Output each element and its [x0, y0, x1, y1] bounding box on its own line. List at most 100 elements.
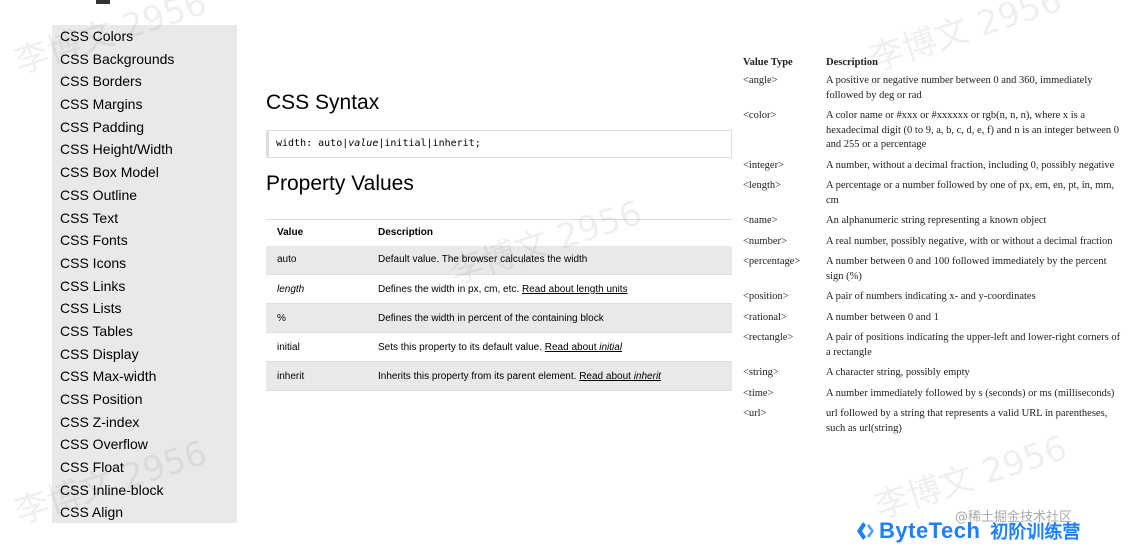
top-mark — [96, 0, 110, 4]
vt-row: <percentage> A number between 0 and 100 f… — [743, 255, 1123, 290]
sidebar-item-align[interactable]: CSS Align — [52, 501, 237, 524]
sidebar-item-inline-block[interactable]: CSS Inline-block — [52, 479, 237, 502]
vt-description: A pair of positions indicating the upper… — [826, 332, 1121, 358]
vt-type: <length> — [743, 180, 782, 191]
brand-subtitle: 初阶训练营 — [990, 522, 1081, 543]
sidebar-item-text[interactable]: CSS Text — [52, 207, 237, 230]
vt-type: <name> — [743, 215, 778, 226]
sidebar-item-position[interactable]: CSS Position — [52, 388, 237, 411]
sidebar-item-borders[interactable]: CSS Borders — [52, 70, 237, 93]
description-text: Sets this property to its default value. — [378, 341, 545, 353]
bytetech-logo-icon — [857, 522, 874, 540]
vt-type: <integer> — [743, 159, 784, 171]
vt-row: <url> url followed by a string that repre… — [743, 407, 1123, 442]
vt-type: <position> — [743, 291, 789, 302]
vt-type: <angle> — [743, 75, 778, 86]
sidebar-item-links[interactable]: CSS Links — [52, 275, 237, 298]
inherit-link-keyword: inherit — [633, 370, 661, 382]
description-text: Inherits this property from its parent e… — [378, 370, 580, 382]
sidebar-item-icons[interactable]: CSS Icons — [52, 252, 237, 275]
initial-link-keyword: initial — [599, 341, 623, 353]
vt-header-description: Description — [826, 57, 878, 68]
description-cell: Defines the width in px, cm, etc. Read a… — [367, 275, 732, 304]
description-text: Defines the width in percent of the cont… — [378, 312, 604, 324]
vt-description: An alphanumeric string representing a kn… — [826, 215, 1047, 226]
vt-type: <percentage> — [743, 256, 801, 267]
vt-type: <string> — [743, 367, 779, 378]
sidebar-item-height-width[interactable]: CSS Height/Width — [52, 138, 237, 161]
vt-header-row: Value Type Description — [743, 57, 1123, 74]
vt-row: <length> A percentage or a number followe… — [743, 179, 1123, 214]
vt-description: A character string, possibly empty — [826, 367, 970, 378]
code-suffix: |initial|inherit; — [378, 138, 481, 149]
vt-row: <position> A pair of numbers indicating x… — [743, 290, 1123, 311]
sidebar-item-backgrounds[interactable]: CSS Backgrounds — [52, 48, 237, 71]
sidebar-item-padding[interactable]: CSS Padding — [52, 116, 237, 139]
vt-row: <rational> A number between 0 and 1 — [743, 311, 1123, 332]
brand-name: ByteTech — [879, 518, 981, 543]
vt-description: A percentage or a number followed by one… — [826, 180, 1115, 206]
code-prefix: width: auto| — [276, 138, 349, 149]
table-row: length Defines the width in px, cm, etc.… — [266, 275, 732, 304]
sidebar-item-fonts[interactable]: CSS Fonts — [52, 229, 237, 252]
vt-header-type: Value Type — [743, 57, 793, 68]
vt-description: A positive or negative number between 0 … — [826, 75, 1093, 101]
column-header-description: Description — [367, 219, 732, 246]
sidebar-item-z-index[interactable]: CSS Z-index — [52, 411, 237, 434]
brand-lockup: ByteTech 初阶训练营 — [855, 518, 1080, 544]
sidebar-item-float[interactable]: CSS Float — [52, 456, 237, 479]
vt-row: <string> A character string, possibly emp… — [743, 366, 1123, 387]
sidebar-item-overflow[interactable]: CSS Overflow — [52, 433, 237, 456]
vt-description: A real number, possibly negative, with o… — [826, 235, 1113, 247]
description-text: Default value. The browser calculates th… — [378, 254, 588, 266]
description-cell: Defines the width in percent of the cont… — [367, 303, 732, 333]
initial-link[interactable]: Read about initial — [545, 342, 622, 353]
vt-row: <time> A number immediately followed by s… — [743, 387, 1123, 408]
vt-type: <time> — [743, 387, 774, 399]
description-cell: Default value. The browser calculates th… — [367, 245, 732, 275]
table-row: inherit Inherits this property from its … — [266, 361, 732, 391]
code-value-placeholder: value — [348, 138, 379, 149]
sidebar-item-max-width[interactable]: CSS Max-width — [52, 365, 237, 388]
vt-type: <url> — [743, 408, 767, 419]
table-header-row: Value Description — [266, 219, 732, 246]
vt-type: <number> — [743, 235, 787, 247]
sidebar-item-outline[interactable]: CSS Outline — [52, 184, 237, 207]
sidebar-item-colors[interactable]: CSS Colors — [52, 25, 237, 48]
value-cell: initial — [277, 341, 300, 353]
property-values-table: Value Description auto Default value. Th… — [266, 219, 732, 391]
value-type-table: Value Type Description <angle> A positive… — [743, 57, 1123, 442]
sidebar-item-box-model[interactable]: CSS Box Model — [52, 161, 237, 184]
value-cell: auto — [266, 245, 367, 275]
vt-row: <color> A color name or #xxx or #xxxxxx o… — [743, 109, 1123, 159]
vt-type: <color> — [743, 110, 777, 121]
vt-row: <rectangle> A pair of positions indicatin… — [743, 331, 1123, 366]
column-header-value: Value — [266, 219, 367, 246]
description-text: Defines the width in px, cm, etc. — [378, 283, 522, 295]
table-row: initial Sets this property to its defaul… — [266, 333, 732, 362]
vt-description: A number between 0 and 100 followed imme… — [826, 256, 1107, 282]
value-text: length — [277, 283, 305, 295]
description-cell: Inherits this property from its parent e… — [367, 361, 732, 391]
value-cell: length — [266, 275, 367, 304]
inherit-link[interactable]: Read about inherit — [579, 371, 661, 382]
vt-description: A number, without a decimal fraction, in… — [826, 159, 1115, 171]
vt-row: <number> A real number, possibly negative… — [743, 235, 1123, 256]
sidebar: CSS Colors CSS Backgrounds CSS Borders C… — [52, 25, 237, 523]
vt-type: <rectangle> — [743, 332, 794, 343]
vt-description: A number immediately followed by s (seco… — [826, 387, 1115, 399]
inherit-link-text: Read about — [579, 370, 634, 382]
value-cell: % — [266, 303, 367, 333]
description-cell: Sets this property to its default value.… — [367, 333, 732, 362]
sidebar-item-lists[interactable]: CSS Lists — [52, 297, 237, 320]
initial-link-text: Read about — [544, 341, 600, 353]
value-cell: inherit — [266, 361, 367, 391]
property-values-heading: Property Values — [266, 172, 414, 195]
sidebar-item-tables[interactable]: CSS Tables — [52, 320, 237, 343]
vt-type: <rational> — [743, 311, 787, 323]
sidebar-item-display[interactable]: CSS Display — [52, 343, 237, 366]
syntax-heading: CSS Syntax — [266, 91, 380, 114]
syntax-code-block: width: auto|value|initial|inherit; — [266, 130, 732, 158]
length-units-link[interactable]: Read about length units — [522, 284, 628, 295]
sidebar-item-margins[interactable]: CSS Margins — [52, 93, 237, 116]
